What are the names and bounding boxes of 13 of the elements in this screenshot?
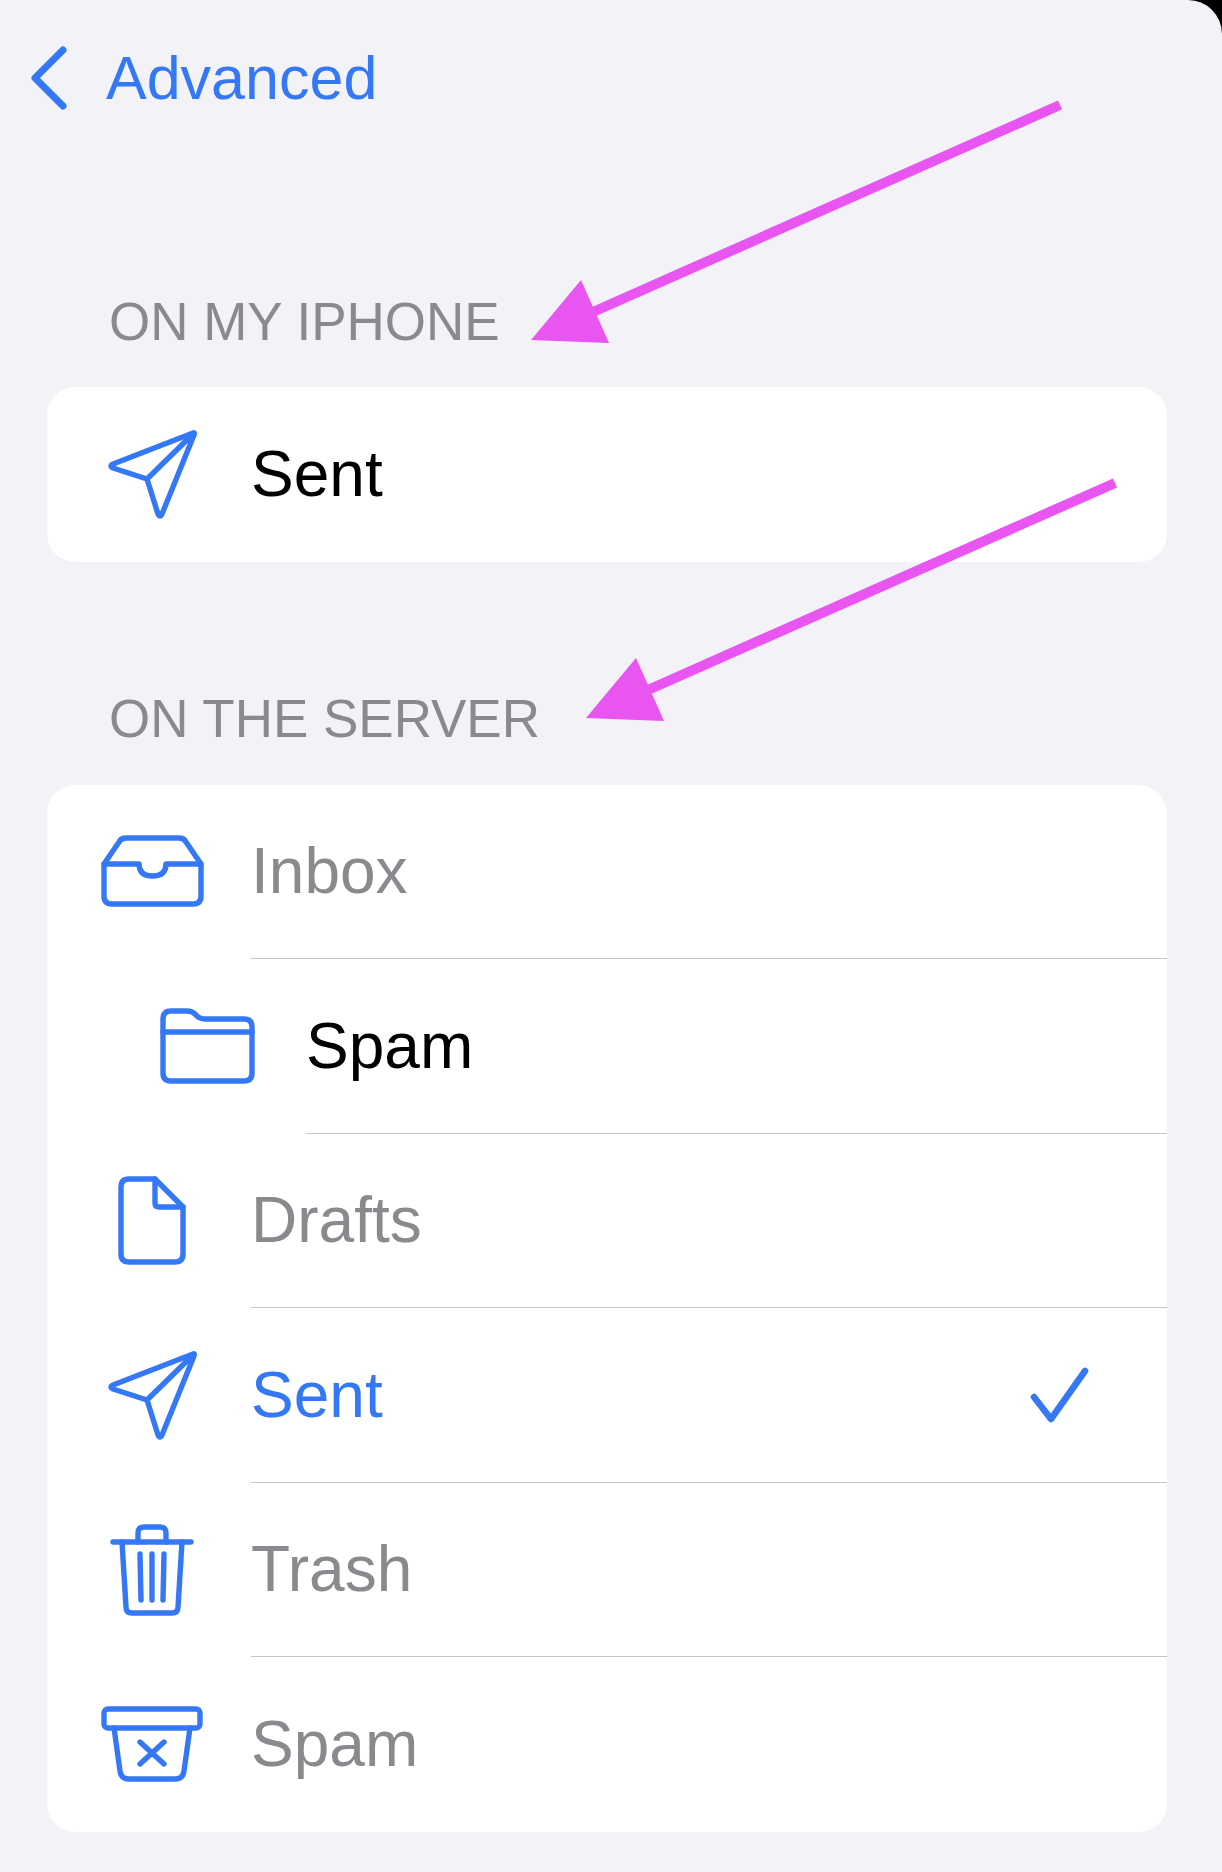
section-header: ON MY IPHONE [109,295,500,349]
mailbox-label[interactable]: Sent [251,436,383,513]
inbox-tray-icon [100,834,204,909]
bin-with-x-icon [100,1705,204,1784]
section-header: ON THE SERVER [109,691,540,746]
folder-icon [158,1006,256,1085]
trash-can-icon [110,1521,194,1617]
mailbox-label[interactable]: Sent [251,1356,383,1433]
document-icon [117,1174,187,1266]
paper-plane-icon [106,429,198,520]
chevron-icon [29,45,69,111]
paper-plane-icon [106,1349,198,1440]
back-button[interactable]: Advanced [29,45,378,111]
